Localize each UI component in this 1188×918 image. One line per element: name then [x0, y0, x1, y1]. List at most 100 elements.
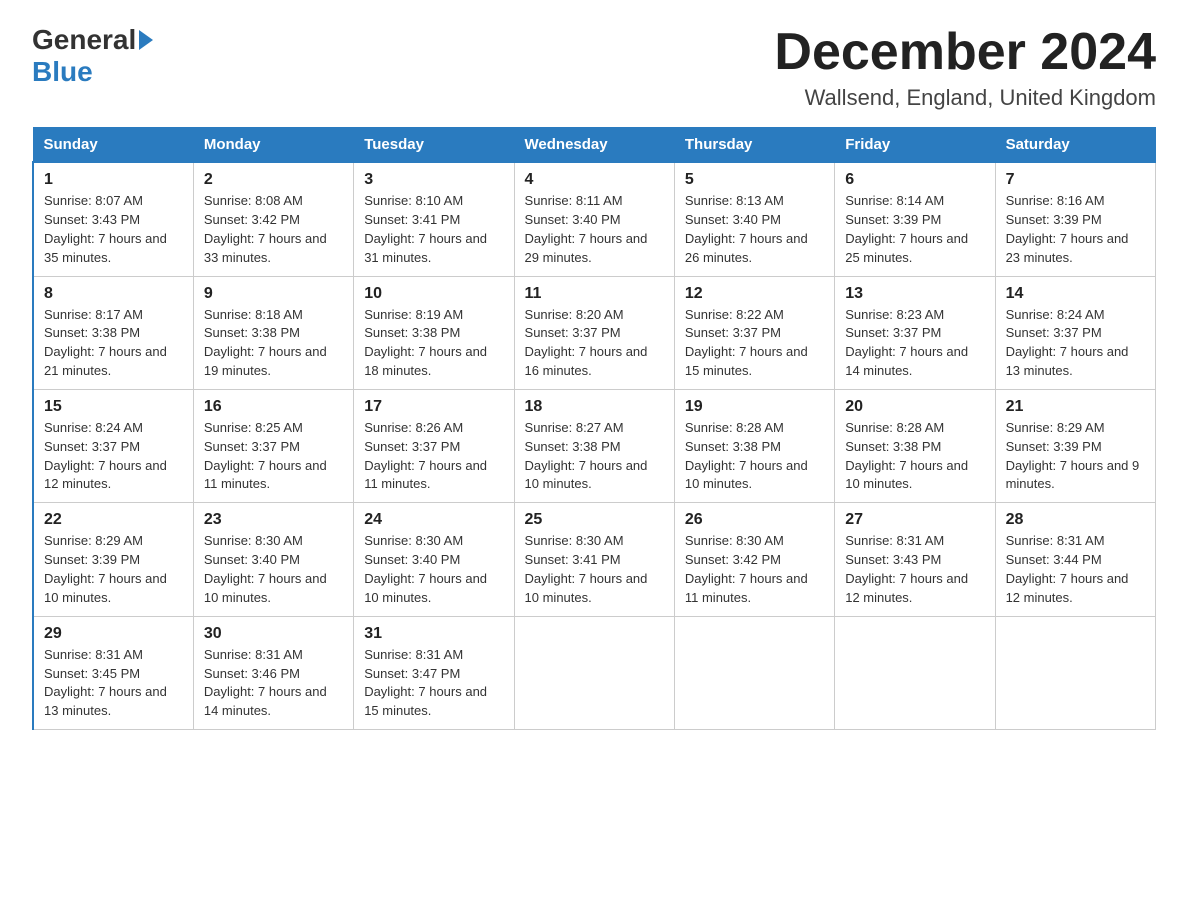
day-info: Sunrise: 8:29 AMSunset: 3:39 PMDaylight:…	[44, 532, 183, 607]
logo-blue-text: Blue	[32, 56, 93, 88]
sunset-text: Sunset: 3:37 PM	[845, 325, 941, 340]
sunset-text: Sunset: 3:38 PM	[685, 439, 781, 454]
day-cell: 30 Sunrise: 8:31 AMSunset: 3:46 PMDayligh…	[193, 616, 353, 729]
day-info: Sunrise: 8:30 AMSunset: 3:40 PMDaylight:…	[204, 532, 343, 607]
week-row-5: 29Sunrise: 8:31 AMSunset: 3:45 PMDayligh…	[33, 616, 1156, 729]
day-number: 7	[1006, 171, 1145, 189]
day-number: 30	[204, 625, 343, 643]
sunset-text: Sunset: 3:43 PM	[845, 552, 941, 567]
column-header-friday: Friday	[835, 128, 995, 163]
day-cell: 25Sunrise: 8:30 AMSunset: 3:41 PMDayligh…	[514, 503, 674, 616]
day-cell: 17Sunrise: 8:26 AMSunset: 3:37 PMDayligh…	[354, 389, 514, 502]
daylight-text: Daylight: 7 hours and 11 minutes.	[685, 571, 808, 605]
day-number: 9	[204, 285, 343, 303]
daylight-text: Daylight: 7 hours and 29 minutes.	[525, 231, 648, 265]
day-cell: 7Sunrise: 8:16 AMSunset: 3:39 PMDaylight…	[995, 162, 1155, 276]
day-info: Sunrise: 8:31 AM Sunset: 3:43 PM Daylight:…	[845, 532, 984, 607]
title-block: December 2024 Wallsend, England, United …	[774, 24, 1156, 111]
sunrise-text: Sunrise: 8:08 AM	[204, 193, 303, 208]
daylight-text: Daylight: 7 hours and 14 minutes.	[845, 344, 968, 378]
day-info: Sunrise: 8:13 AMSunset: 3:40 PMDaylight:…	[685, 192, 824, 267]
sunrise-text: Sunrise: 8:19 AM	[364, 307, 463, 322]
daylight-text: Daylight: 7 hours and 31 minutes.	[364, 231, 487, 265]
sunrise-text: Sunrise: 8:31 AM	[1006, 533, 1105, 548]
day-cell: 29Sunrise: 8:31 AMSunset: 3:45 PMDayligh…	[33, 616, 193, 729]
day-info: Sunrise: 8:31 AMSunset: 3:46 PMDaylight:…	[204, 646, 343, 721]
day-number: 6	[845, 171, 984, 189]
daylight-text: Daylight: 7 hours and 10 minutes.	[44, 571, 167, 605]
sunrise-text: Sunrise: 8:20 AM	[525, 307, 624, 322]
daylight-text: Daylight: 7 hours and 10 minutes.	[685, 458, 808, 492]
day-cell: 27Sunrise: 8:31 AMSunset: 3:43 PMDayligh…	[835, 503, 995, 616]
daylight-text: Daylight: 7 hours and 26 minutes.	[685, 231, 808, 265]
day-cell: 4Sunrise: 8:11 AMSunset: 3:40 PMDaylight…	[514, 162, 674, 276]
day-number: 12	[685, 285, 824, 303]
sunrise-text: Sunrise: 8:25 AM	[204, 420, 303, 435]
sunset-text: Sunset: 3:38 PM	[525, 439, 621, 454]
column-header-wednesday: Wednesday	[514, 128, 674, 163]
sunset-text: Sunset: 3:37 PM	[685, 325, 781, 340]
daylight-text: Daylight: 7 hours and 19 minutes.	[204, 344, 327, 378]
daylight-text: Daylight: 7 hours and 25 minutes.	[845, 231, 968, 265]
column-header-monday: Monday	[193, 128, 353, 163]
sunset-text: Sunset: 3:37 PM	[204, 439, 300, 454]
day-number: 31	[364, 625, 503, 643]
sunset-text: Sunset: 3:39 PM	[1006, 212, 1102, 227]
day-info: Sunrise: 8:20 AMSunset: 3:37 PMDaylight:…	[525, 306, 664, 381]
sunset-text: Sunset: 3:37 PM	[364, 439, 460, 454]
day-cell: 9Sunrise: 8:18 AMSunset: 3:38 PMDaylight…	[193, 276, 353, 389]
sunset-text: Sunset: 3:41 PM	[525, 552, 621, 567]
day-number: 13	[845, 285, 984, 303]
day-cell	[514, 616, 674, 729]
day-number: 14	[1006, 285, 1145, 303]
page-header: General Blue December 2024 Wallsend, Eng…	[32, 24, 1156, 111]
sunset-text: Sunset: 3:38 PM	[845, 439, 941, 454]
sunset-text: Sunset: 3:41 PM	[364, 212, 460, 227]
day-cell: 16Sunrise: 8:25 AMSunset: 3:37 PMDayligh…	[193, 389, 353, 502]
day-number: 19	[685, 398, 824, 416]
logo-arrow-icon	[139, 30, 153, 50]
daylight-text: Daylight: 7 hours and 10 minutes.	[525, 571, 648, 605]
day-info: Sunrise: 8:08 AMSunset: 3:42 PMDaylight:…	[204, 192, 343, 267]
sunset-text: Sunset: 3:39 PM	[44, 552, 140, 567]
day-cell: 24Sunrise: 8:30 AMSunset: 3:40 PMDayligh…	[354, 503, 514, 616]
day-info: Sunrise: 8:30 AM Sunset: 3:41 PM Daylight:…	[525, 532, 664, 607]
daylight-text: Daylight: 7 hours and 12 minutes.	[845, 571, 968, 605]
day-info: Sunrise: 8:31 AMSunset: 3:47 PMDaylight:…	[364, 646, 503, 721]
day-cell: 10Sunrise: 8:19 AMSunset: 3:38 PMDayligh…	[354, 276, 514, 389]
day-number: 16	[204, 398, 343, 416]
sunrise-text: Sunrise: 8:29 AM	[1006, 420, 1105, 435]
sunset-text: Sunset: 3:38 PM	[44, 325, 140, 340]
sunrise-text: Sunrise: 8:31 AM	[44, 647, 143, 662]
day-number: 15	[44, 398, 183, 416]
sunrise-text: Sunrise: 8:17 AM	[44, 307, 143, 322]
daylight-text: Daylight: 7 hours and 11 minutes.	[364, 458, 487, 492]
sunset-text: Sunset: 3:40 PM	[364, 552, 460, 567]
sunrise-text: Sunrise: 8:14 AM	[845, 193, 944, 208]
logo: General Blue	[32, 24, 153, 88]
day-cell: 28Sunrise: 8:31 AMSunset: 3:44 PMDayligh…	[995, 503, 1155, 616]
day-info: Sunrise: 8:17 AMSunset: 3:38 PMDaylight:…	[44, 306, 183, 381]
day-number: 11	[525, 285, 664, 303]
logo-general-text: General	[32, 24, 136, 56]
sunset-text: Sunset: 3:45 PM	[44, 666, 140, 681]
daylight-text: Daylight: 7 hours and 18 minutes.	[364, 344, 487, 378]
day-info: Sunrise: 8:24 AMSunset: 3:37 PMDaylight:…	[44, 419, 183, 494]
day-number: 23	[204, 511, 343, 529]
sunset-text: Sunset: 3:40 PM	[525, 212, 621, 227]
day-number: 24	[364, 511, 503, 529]
sunrise-text: Sunrise: 8:30 AM	[525, 533, 624, 548]
sunrise-text: Sunrise: 8:16 AM	[1006, 193, 1105, 208]
day-cell: 11 Sunrise: 8:20 AMSunset: 3:37 PMDayligh…	[514, 276, 674, 389]
sunset-text: Sunset: 3:39 PM	[1006, 439, 1102, 454]
day-info: Sunrise: 8:30 AMSunset: 3:42 PMDaylight:…	[685, 532, 824, 607]
daylight-text: Daylight: 7 hours and 10 minutes.	[364, 571, 487, 605]
week-row-3: 15 Sunrise: 8:24 AMSunset: 3:37 PMDayligh…	[33, 389, 1156, 502]
daylight-text: Daylight: 7 hours and 12 minutes.	[1006, 571, 1129, 605]
sunrise-text: Sunrise: 8:31 AM	[845, 533, 944, 548]
sunrise-text: Sunrise: 8:27 AM	[525, 420, 624, 435]
daylight-text: Daylight: 7 hours and 13 minutes.	[44, 684, 167, 718]
day-cell: 18Sunrise: 8:27 AMSunset: 3:38 PMDayligh…	[514, 389, 674, 502]
daylight-text: Daylight: 7 hours and 9 minutes.	[1006, 458, 1140, 492]
sunrise-text: Sunrise: 8:07 AM	[44, 193, 143, 208]
